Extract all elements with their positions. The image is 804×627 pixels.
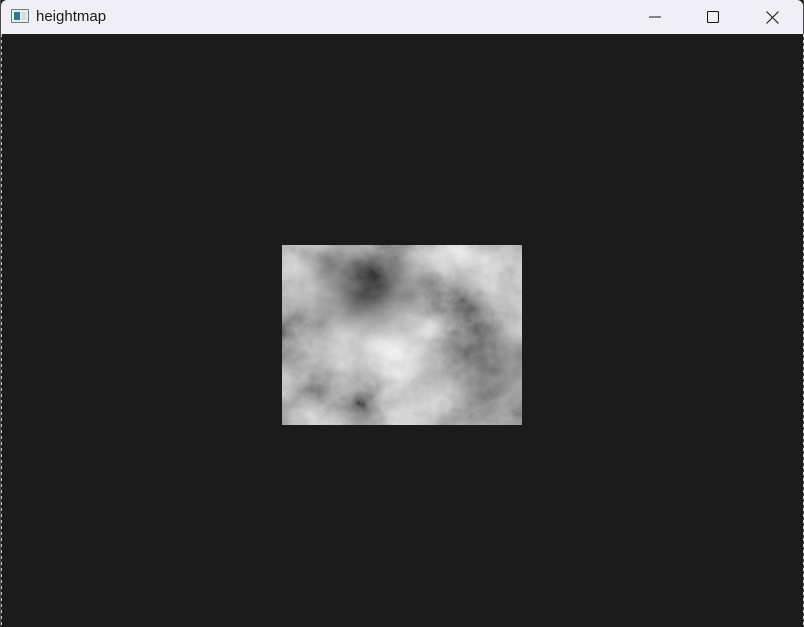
heightmap-image [282, 245, 522, 425]
minimize-icon [649, 16, 661, 18]
maximize-icon [707, 11, 719, 23]
window-title: heightmap [36, 8, 107, 25]
app-icon[interactable] [11, 9, 29, 23]
maximize-button[interactable] [684, 0, 742, 34]
close-button[interactable] [743, 0, 801, 34]
application-window: heightmap [0, 0, 804, 627]
close-icon [765, 10, 779, 24]
title-bar[interactable]: heightmap [1, 0, 803, 34]
left-border [1, 34, 2, 627]
minimize-button[interactable] [626, 0, 684, 34]
